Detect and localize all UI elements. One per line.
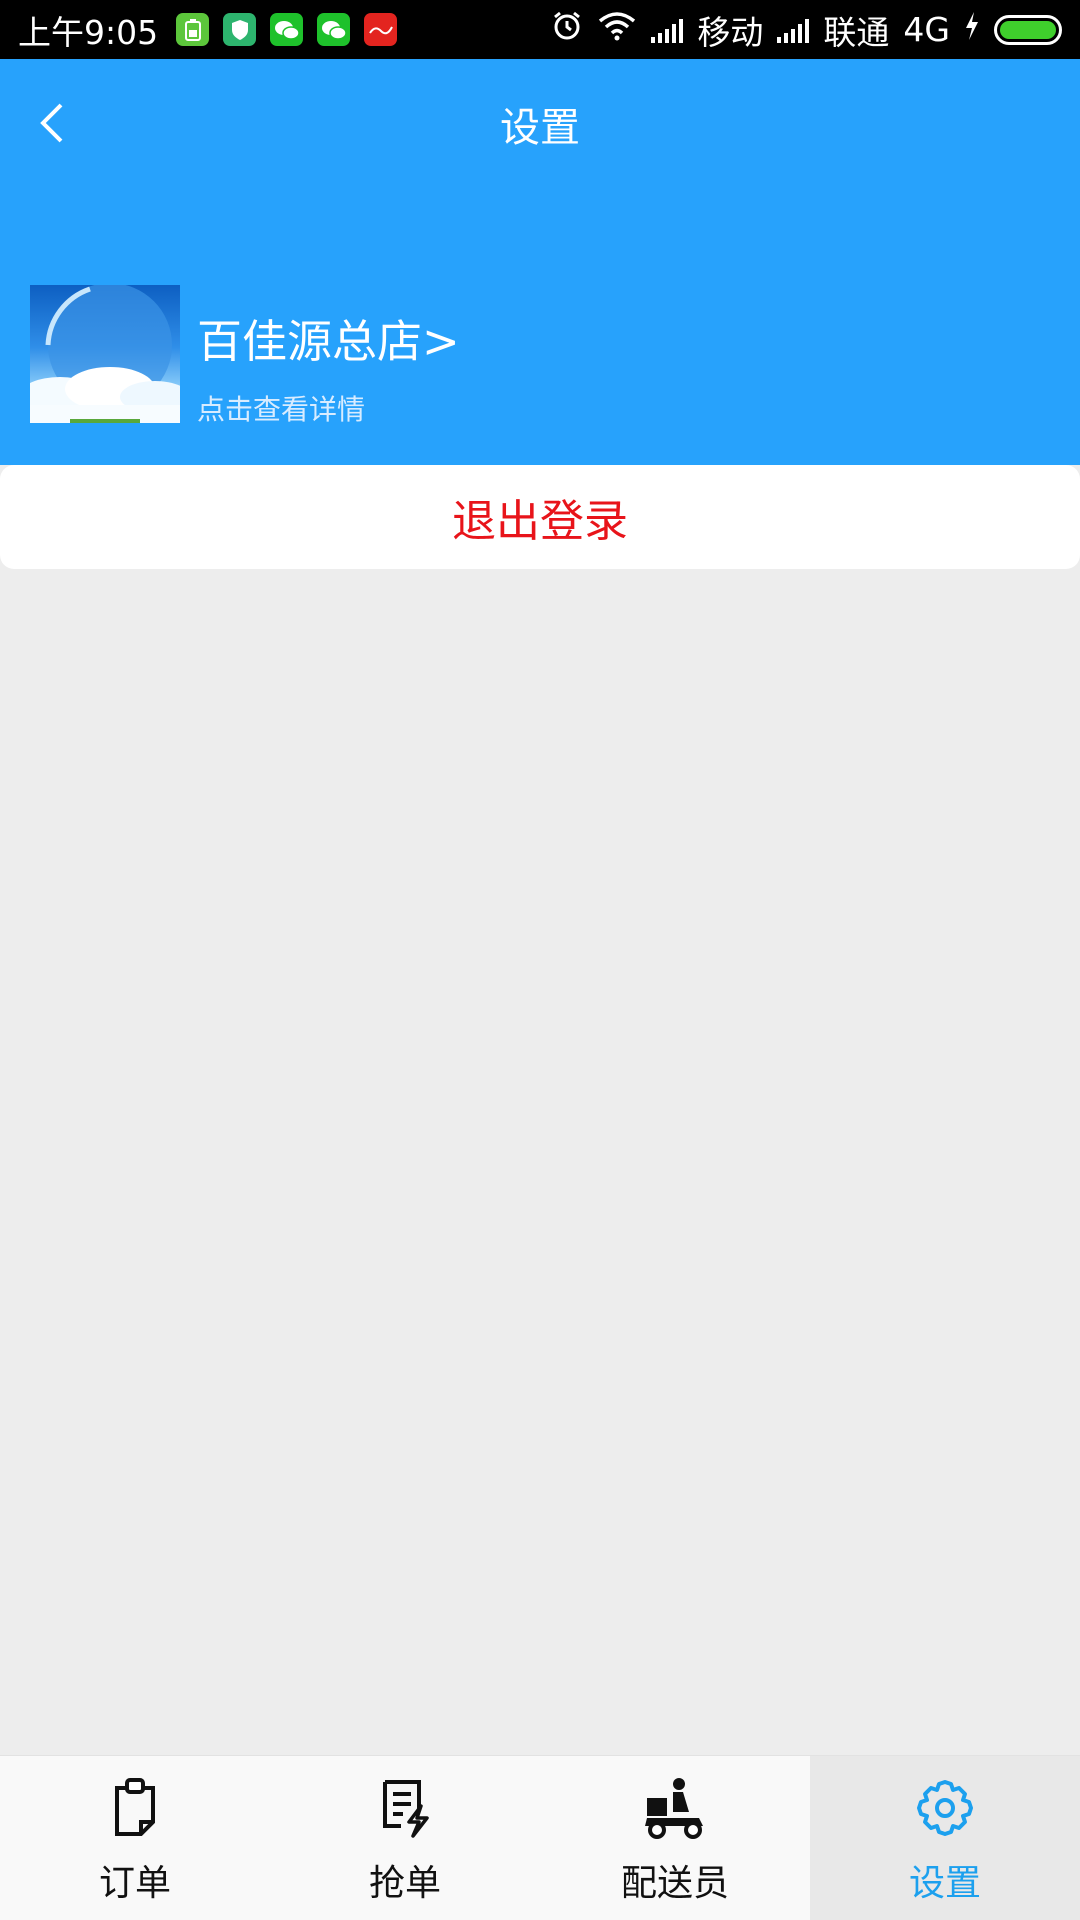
charging-icon [964,10,980,49]
clipboard-icon [115,1778,155,1836]
shield-app-icon [223,13,257,46]
status-bar: 上午9:05 移动 联通 4G [0,0,1080,59]
grab-order-icon [383,1780,429,1838]
wechat-icon [317,13,351,46]
courier-scooter-icon [645,1778,703,1839]
bottom-nav: 订单 抢单 配送员 设置 [0,1755,1080,1920]
battery-icon [994,14,1062,45]
logout-button[interactable]: 退出登录 [0,465,1080,569]
tab-orders[interactable]: 订单 [0,1756,270,1920]
gear-icon [917,1780,973,1836]
status-time: 上午9:05 [18,12,159,52]
tab-grab-orders-label: 抢单 [368,1863,441,1904]
signal-icon [651,17,684,43]
store-detail-hint: 点击查看详情 [197,393,366,426]
tab-settings-label: 设置 [908,1863,981,1904]
battery-app-icon [176,13,210,46]
signal-icon [777,17,810,43]
network-type: 4G [903,10,950,49]
settings-header: 设置 百佳源总店> 点击查看详情 [0,59,1080,465]
wechat-icon [270,13,304,46]
alarm-icon [551,10,583,50]
tab-couriers-label: 配送员 [620,1863,729,1904]
carrier-1: 移动 [697,12,764,52]
store-name: 百佳源总店> [197,315,460,368]
tab-orders-label: 订单 [98,1863,171,1904]
tab-grab-orders[interactable]: 抢单 [270,1756,540,1920]
red-app-icon [364,13,398,46]
settings-screen: 上午9:05 移动 联通 4G 设置 百佳源总店> 点击查看详情 退出登录 订单… [0,0,1080,1920]
page-title: 设置 [500,105,580,151]
tab-couriers[interactable]: 配送员 [540,1756,810,1920]
avatar [30,285,180,423]
wifi-icon [597,10,637,49]
store-profile[interactable]: 百佳源总店> 点击查看详情 [30,285,460,428]
tab-settings[interactable]: 设置 [810,1756,1080,1920]
carrier-2: 联通 [823,12,890,52]
